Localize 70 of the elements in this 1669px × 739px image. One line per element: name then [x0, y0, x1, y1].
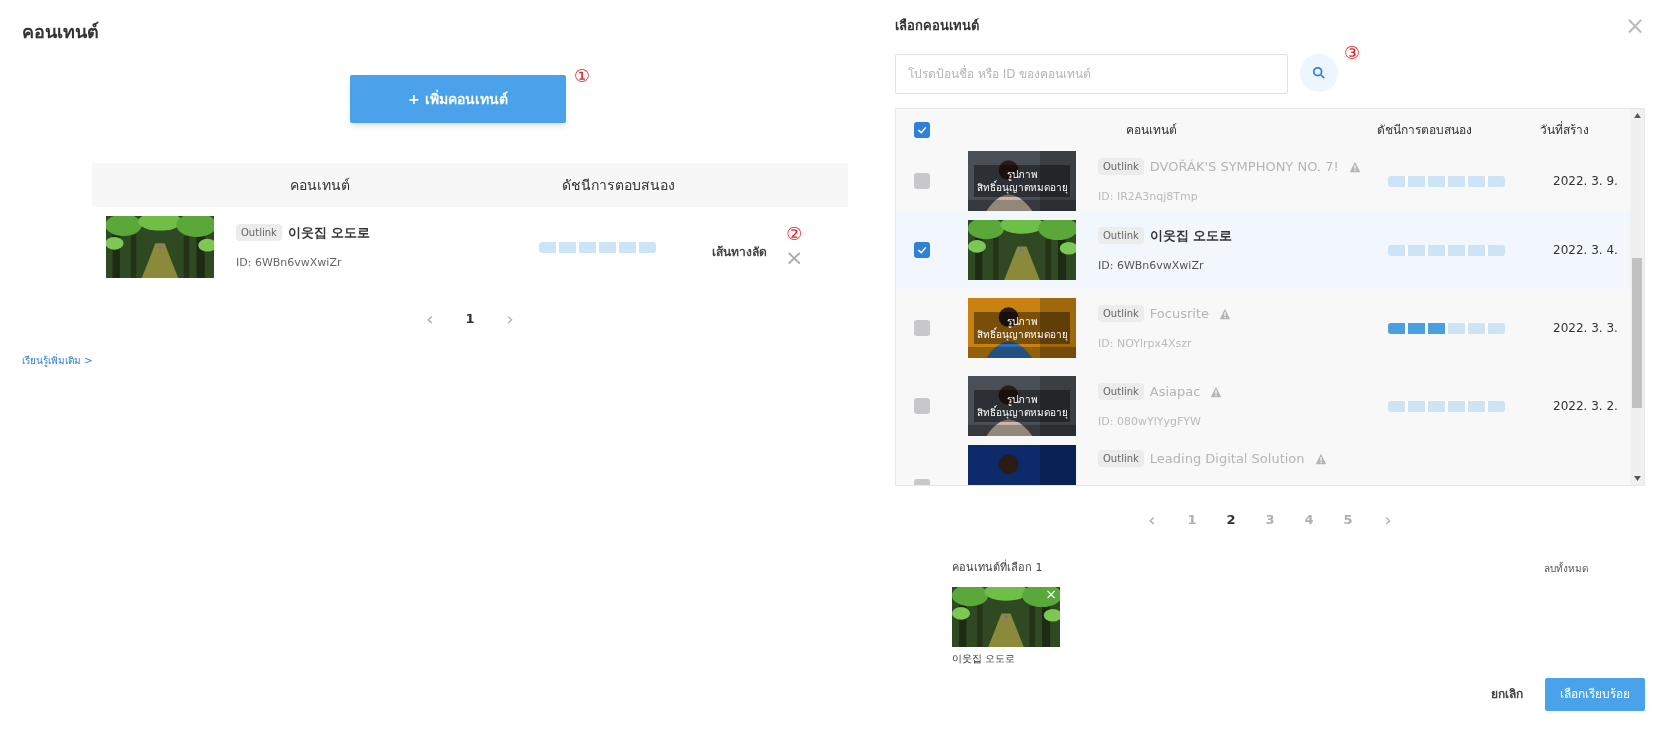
column-header: ดัชนีการตอบสนอง — [1377, 122, 1472, 139]
warning-icon — [1219, 307, 1231, 320]
expired-label: สิทธิ์อนุญาตหมดอายุ — [976, 181, 1068, 194]
column-header: คอนเทนต์ — [290, 175, 350, 195]
page-number[interactable]: 1 — [1181, 510, 1203, 530]
scroll-down-icon — [1633, 476, 1641, 481]
warning-icon — [1314, 452, 1327, 465]
scrollbar-thumb[interactable] — [1632, 258, 1642, 408]
created-date: 2022. 3. 4. — [1553, 242, 1618, 259]
checkbox[interactable] — [914, 122, 930, 138]
content-title: DVOŘÁK'S SYMPHONY NO. 7! — [1149, 158, 1339, 176]
next-page-button[interactable]: › — [1376, 506, 1400, 534]
page-number[interactable]: 3 — [1259, 510, 1281, 530]
expired-label: สิทธิ์อนุญาตหมดอายุ — [976, 406, 1068, 419]
warning-icon — [1348, 160, 1361, 173]
content-id: ID: 6WBn6vwXwiZr — [1098, 257, 1205, 274]
content-id: ID: IR2A3nqj8Tmp — [1098, 188, 1199, 205]
created-date: 2022. 3. 3. — [1553, 320, 1618, 337]
content-title: 이웃집 오도로 — [287, 224, 371, 242]
clear-all-button[interactable]: ลบทั้งหมด — [1544, 560, 1588, 577]
close-button[interactable]: × — [1624, 14, 1645, 38]
warning-icon — [1210, 385, 1223, 398]
next-page-button[interactable]: › — [498, 305, 522, 333]
outlink-tag: Outlink — [1098, 305, 1144, 323]
selected-title: 이웃집 오도로 — [952, 651, 1017, 666]
previous-page-button[interactable]: ‹ — [418, 305, 442, 333]
outlink-tag: Outlink — [1098, 227, 1144, 245]
expired-label: สิทธิ์อนุญาตหมดอายุ — [976, 328, 1068, 341]
add-content-button[interactable]: + เพิ่มคอนเทนต์ — [349, 75, 566, 123]
search-field[interactable]: โปรดป้อนชื่อ หรือ ID ของคอนเทนต์ — [895, 54, 1288, 94]
content-id: ID: NOYlrpx4Xszr — [1098, 335, 1193, 352]
outlink-tag: Outlink — [236, 224, 282, 242]
annotation-number: ① — [573, 65, 591, 86]
shortcut-link[interactable]: เส้นทางลัด — [712, 243, 767, 261]
content-title: 이웃집 오도로 — [1149, 227, 1233, 245]
page-number[interactable]: 1 — [459, 309, 481, 329]
checkbox[interactable] — [914, 242, 930, 258]
learn-more-link[interactable]: เรียนรู้เพิ่มเติม > — [22, 353, 848, 368]
content-id: ID: 080wYlYygFYW — [1098, 413, 1202, 430]
previous-page-button[interactable]: ‹ — [1140, 506, 1164, 534]
created-date: 2022. 3. 2. — [1553, 398, 1618, 415]
expired-label: รูปภาพ — [1006, 168, 1038, 181]
expired-label: รูปภาพ — [1006, 393, 1038, 406]
annotation-number: ③ — [1344, 42, 1361, 63]
content-id: ID: 6WBn6vwXwiZr — [236, 254, 343, 271]
page-number[interactable]: 5 — [1337, 510, 1359, 530]
annotation-number: ② — [786, 225, 803, 243]
page-number[interactable]: 2 — [1220, 510, 1242, 530]
outlink-tag: Outlink — [1098, 450, 1144, 468]
search-icon — [1312, 66, 1326, 80]
expired-label: รูปภาพ — [1006, 315, 1038, 328]
scroll-up-icon — [1633, 113, 1641, 118]
check-icon — [916, 244, 928, 256]
selected-count: คอนเทนต์ที่เลือก 1 — [952, 560, 1043, 576]
page-title: คอนเทนต์ — [22, 20, 100, 44]
outlink-tag: Outlink — [1098, 383, 1144, 401]
confirm-button[interactable]: เลือกเรียบร้อย — [1545, 677, 1645, 711]
content-title: Focusrite — [1149, 305, 1209, 323]
created-date: 2022. 3. 9. — [1553, 173, 1618, 190]
column-header: คอนเทนต์ — [1126, 122, 1177, 139]
search-button[interactable] — [1300, 54, 1338, 92]
column-header: วันที่สร้าง — [1540, 121, 1589, 139]
page-number[interactable]: 4 — [1298, 510, 1320, 530]
content-title: Leading Digital Solution — [1149, 450, 1305, 468]
outlink-tag: Outlink — [1098, 158, 1144, 176]
column-header: ดัชนีการตอบสนอง — [562, 175, 675, 195]
check-icon — [916, 124, 928, 136]
cancel-button[interactable]: ยกเลิก — [1491, 685, 1523, 703]
content-title: Asiapac — [1149, 383, 1201, 401]
dialog-title: เลือกคอนเทนต์ — [895, 17, 979, 36]
